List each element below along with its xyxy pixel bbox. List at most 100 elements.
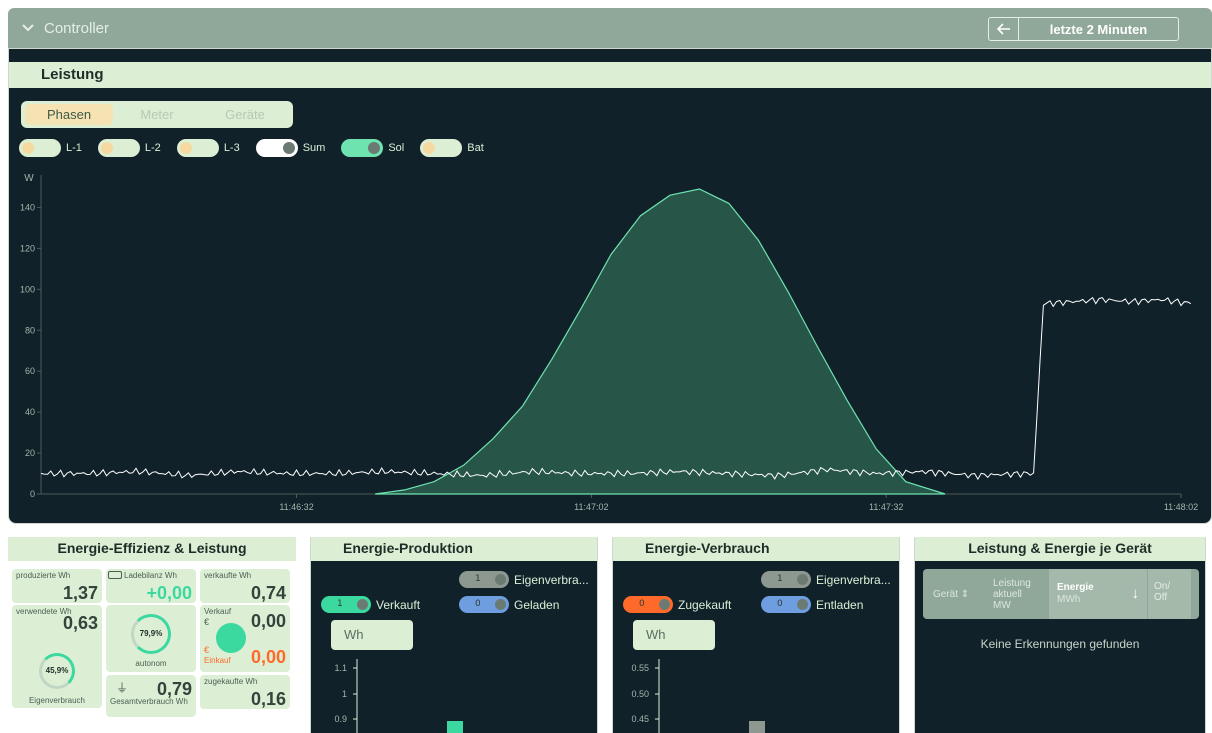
prod-geladen-value: 0 [475, 599, 481, 609]
prod-geladen-label: Geladen [514, 597, 560, 612]
sort-icon: ⇕ [960, 588, 970, 600]
arrow-left-icon[interactable] [989, 18, 1019, 40]
verwendete-value: 0,63 [62, 613, 98, 633]
verb-zugekauft-label: Zugekauft [678, 597, 732, 612]
y-tick-label-2: 40 [25, 407, 35, 417]
toggle-sum[interactable]: Sum [255, 139, 326, 157]
col-leistung[interactable]: Leistung aktuell MW [985, 578, 1049, 611]
prod-ytick-2: 0.9 [334, 714, 347, 724]
controller-title: Controller [44, 19, 110, 37]
tab-phasen[interactable]: Phasen [25, 104, 113, 125]
time-range-selector[interactable]: letzte 2 Minuten [988, 17, 1179, 41]
sol-area [375, 188, 946, 495]
prod-ytick-0: 1.1 [334, 663, 347, 673]
verb-bar [749, 721, 765, 733]
card-verkauf-einkauf: Verkauf € 0,00 € Einkauf 0,00 [200, 605, 290, 672]
view-segment[interactable]: Phasen Meter Geräte [21, 101, 293, 128]
tab-meter[interactable]: Meter [113, 107, 201, 122]
toggle-verb-eigenverbrauch[interactable]: 1 Eigenverbra... [761, 571, 891, 588]
y-tick-label-7: 140 [20, 202, 35, 212]
card-verwendete: verwendete Wh 0,63 45,9% Eigenverbrauch [12, 605, 102, 708]
effizienz-panel: Energie-Effizienz & Leistung produzierte… [8, 537, 296, 733]
prod-verkauft-label: Verkauft [376, 597, 421, 612]
verb-zugekauft-value: 0 [639, 599, 645, 609]
toggle-l3-label: L-3 [223, 142, 240, 154]
toggle-prod-eigenverbrauch[interactable]: 1 Eigenverbra... [459, 571, 589, 588]
y-tick-label-6: 120 [20, 243, 35, 253]
geraete-title: Leistung & Energie je Gerät [915, 537, 1205, 561]
time-range-label[interactable]: letzte 2 Minuten [1019, 22, 1178, 37]
verkauf-einkauf-ring [216, 623, 246, 653]
verb-unit-select[interactable]: Wh [633, 620, 715, 650]
toggle-sum-label: Sum [302, 142, 326, 154]
geraete-empty-message: Keine Erkennungen gefunden [980, 637, 1140, 651]
produktion-title: Energie-Produktion [311, 537, 597, 561]
einkauf-label: Einkauf [204, 656, 231, 665]
chevron-down-icon[interactable] [20, 20, 36, 36]
x-tick-label-3: 11:48:02 [1164, 502, 1198, 512]
prod-eigenverbrauch-label: Eigenverbra... [514, 572, 589, 587]
card-gesamtverbrauch: ⏚ 0,79 Gesamtverbrauch Wh [106, 675, 196, 717]
plug-icon: ⏚ [116, 681, 129, 695]
geraete-panel: Leistung & Energie je Gerät Gerät ⇕ Leis… [914, 537, 1206, 733]
series-toggles: L-1 L-2 L-3 Sum Sol Bat [19, 138, 500, 158]
einkauf-currency: € [204, 645, 210, 655]
toggle-bat[interactable]: Bat [420, 139, 484, 157]
prod-unit-select[interactable]: Wh [331, 620, 413, 650]
y-axis-label: W [24, 173, 34, 184]
y-tick-label-1: 20 [25, 448, 35, 458]
eigenverbrauch-value: 45,9% [45, 666, 69, 675]
ladebilanz-label: Ladebilanz Wh [108, 571, 177, 580]
arrow-down-icon: ↓ [1131, 585, 1140, 602]
y-tick-label-0: 0 [30, 489, 35, 499]
verb-ytick-1: 0.50 [631, 689, 649, 699]
prod-bar [447, 721, 463, 733]
toggle-l1[interactable]: L-1 [19, 139, 82, 157]
toggle-l2-label: L-2 [144, 142, 161, 154]
produziert-label: produzierte Wh [16, 571, 71, 580]
col-geraet[interactable]: Gerät ⇕ [923, 589, 985, 600]
gesamtverbrauch-label: Gesamtverbrauch Wh [110, 697, 188, 706]
toggle-l3[interactable]: L-3 [176, 139, 240, 157]
card-verkaufte: verkaufte Wh 0,74 [200, 569, 290, 603]
toggle-prod-geladen[interactable]: 0 Geladen [459, 596, 559, 613]
toggle-prod-verkauft[interactable]: 1 Verkauft [321, 596, 420, 613]
toggle-bat-label: Bat [467, 142, 484, 154]
zugekaufte-label: zugekaufte Wh [204, 677, 258, 686]
toggle-verb-zugekauft[interactable]: 0 Zugekauft [623, 596, 731, 613]
autonom-value: 79,9% [139, 629, 163, 638]
verb-eigenverbrauch-value: 1 [777, 574, 783, 584]
x-tick-label-0: 11:46:32 [279, 502, 313, 512]
prod-verkauft-value: 1 [337, 599, 343, 609]
leistung-panel: Leistung Phasen Meter Geräte L-1 L-2 L-3… [8, 48, 1212, 524]
tab-geraete[interactable]: Geräte [201, 107, 289, 122]
power-chart[interactable]: W 0 20 40 60 80 100 120 140 11:46:32 11:47:02 11:47… [9, 159, 1211, 523]
toggle-sol-label: Sol [388, 142, 405, 154]
col-onoff[interactable]: On/Off [1147, 569, 1191, 619]
card-produziert: produzierte Wh 1,37 [12, 569, 102, 603]
produktion-panel: Energie-Produktion 1 Eigenverbra... 1 Ve… [310, 537, 598, 733]
verkauf-label: Verkauf [204, 607, 232, 616]
toggle-l2[interactable]: L-2 [97, 139, 161, 157]
verb-entladen-value: 0 [777, 599, 783, 609]
verkaufte-label: verkaufte Wh [204, 571, 252, 580]
verb-eigenverbrauch-label: Eigenverbra... [816, 572, 891, 587]
verbrauch-title: Energie-Verbrauch [613, 537, 899, 561]
col-energie[interactable]: Energie MWh ↓ [1049, 569, 1147, 619]
toggle-verb-entladen[interactable]: 0 Entladen [761, 596, 863, 613]
effizienz-title: Energie-Effizienz & Leistung [8, 537, 296, 561]
verbrauch-chart: 0.55 0.50 0.45 [631, 659, 765, 733]
toggle-l1-label: L-1 [66, 142, 82, 154]
verb-entladen-label: Entladen [816, 597, 864, 612]
autonom-label: autonom [135, 659, 167, 668]
verkauf-currency: € [204, 617, 210, 627]
y-tick-label-3: 60 [25, 366, 35, 376]
card-zugekaufte: zugekaufte Wh 0,16 [200, 675, 290, 709]
controller-header[interactable]: Controller letzte 2 Minuten [8, 8, 1212, 48]
card-ladebilanz: Ladebilanz Wh +0,00 [106, 569, 196, 603]
ladebilanz-value: +0,00 [146, 583, 192, 603]
verbrauch-panel: Energie-Verbrauch 1 Eigenverbra... 0 Zug… [612, 537, 900, 733]
toggle-sol[interactable]: Sol [341, 139, 404, 157]
eigenverbrauch-label: Eigenverbrauch [28, 696, 86, 705]
verkaufte-value: 0,74 [250, 583, 286, 603]
